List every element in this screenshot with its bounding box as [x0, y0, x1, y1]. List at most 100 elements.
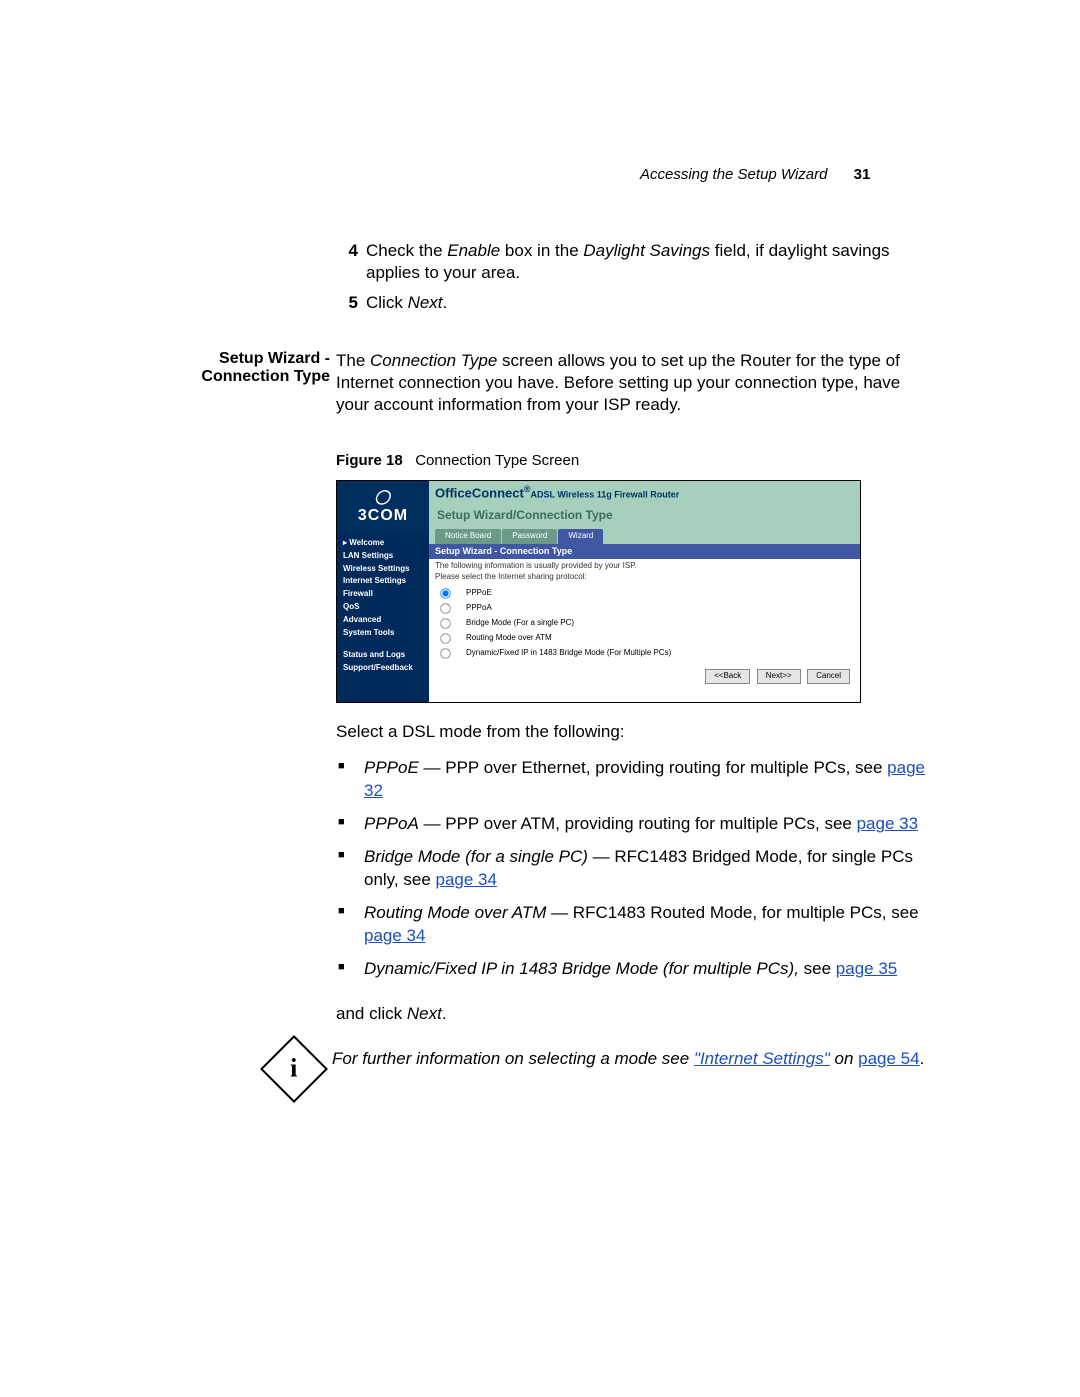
opt-label: Bridge Mode (For a single PC)	[466, 618, 574, 628]
step-4: 4 Check the Enable box in the Daylight S…	[336, 240, 925, 284]
next-button[interactable]: Next>>	[757, 669, 801, 683]
page-number: 31	[854, 166, 871, 183]
step-number: 4	[336, 240, 358, 262]
tab-wizard[interactable]: Wizard	[558, 529, 603, 543]
figure-title: Connection Type Screen	[415, 452, 579, 469]
radio-dynfix[interactable]	[440, 648, 450, 658]
select-mode-text: Select a DSL mode from the following:	[336, 721, 925, 743]
nav-welcome[interactable]: ▸ Welcome	[343, 537, 423, 550]
opt-label: PPPoE	[466, 588, 492, 598]
nav-qos[interactable]: QoS	[343, 601, 423, 614]
nav-internet[interactable]: Internet Settings	[343, 575, 423, 588]
panel-title: Setup Wizard - Connection Type	[429, 544, 860, 560]
page-link[interactable]: page 35	[836, 959, 897, 978]
fig-sidebar: ◯ 3COM ▸ Welcome LAN Settings Wireless S…	[337, 481, 429, 702]
cancel-button[interactable]: Cancel	[807, 669, 850, 683]
page-link[interactable]: page 34	[364, 926, 425, 945]
text: Check the	[366, 241, 447, 260]
text: see	[799, 959, 836, 978]
brand-small: ADSL Wireless 11g Firewall Router	[530, 489, 679, 499]
panel-desc-1: The following information is usually pro…	[435, 561, 854, 571]
text: Click	[366, 293, 408, 312]
text: The	[336, 351, 370, 370]
text: .	[443, 293, 448, 312]
nav-support[interactable]: Support/Feedback	[343, 662, 423, 675]
opt-pppoe[interactable]: PPPoE	[439, 586, 850, 601]
opt-label: PPPoA	[466, 603, 492, 613]
info-icon: i	[260, 1035, 328, 1103]
text: box in the	[500, 241, 583, 260]
figure-screenshot: ◯ 3COM ▸ Welcome LAN Settings Wireless S…	[336, 480, 861, 703]
page-link[interactable]: page 33	[857, 814, 918, 833]
list-item: Dynamic/Fixed IP in 1483 Bridge Mode (fo…	[336, 958, 925, 981]
figure-caption: Figure 18 Connection Type Screen	[336, 451, 925, 471]
nav-advanced[interactable]: Advanced	[343, 614, 423, 627]
section-label: Setup Wizard - Connection Type	[182, 350, 330, 386]
step-number: 5	[336, 292, 358, 314]
fig-breadcrumb: Setup Wizard/Connection Type	[429, 506, 860, 528]
mode-name: PPPoE	[364, 758, 419, 777]
text: on	[830, 1049, 858, 1068]
nav-firewall[interactable]: Firewall	[343, 588, 423, 601]
mode-name: Routing Mode over ATM	[364, 903, 546, 922]
text: — PPP over Ethernet, providing routing f…	[419, 758, 887, 777]
radio-pppoa[interactable]	[440, 603, 450, 613]
mode-name: PPPoA	[364, 814, 419, 833]
section-label-1: Setup Wizard -	[182, 350, 330, 368]
opt-label: Dynamic/Fixed IP in 1483 Bridge Mode (Fo…	[466, 648, 671, 658]
list-item: PPPoE — PPP over Ethernet, providing rou…	[336, 757, 925, 803]
logo-swoop-icon: ◯	[375, 487, 392, 505]
text-italic: Daylight Savings	[583, 241, 710, 260]
panel-buttons: <<Back Next>> Cancel	[429, 663, 860, 689]
header-section: Accessing the Setup Wizard	[640, 166, 827, 183]
fig-main-area: OfficeConnect®ADSL Wireless 11g Firewall…	[429, 481, 860, 702]
nav-lan[interactable]: LAN Settings	[343, 550, 423, 563]
logo-text: 3COM	[358, 506, 408, 527]
list-item: Routing Mode over ATM — RFC1483 Routed M…	[336, 902, 925, 948]
fig-nav: ▸ Welcome LAN Settings Wireless Settings…	[337, 533, 429, 679]
text-italic: Enable	[447, 241, 500, 260]
opt-label: Routing Mode over ATM	[466, 633, 552, 643]
fig-tabs: Notice Board Password Wizard	[429, 528, 860, 544]
opt-dynfix[interactable]: Dynamic/Fixed IP in 1483 Bridge Mode (Fo…	[439, 646, 850, 661]
panel-options: PPPoE PPPoA Bridge Mode (For a single PC…	[429, 584, 860, 663]
page-link[interactable]: page 54	[858, 1049, 919, 1068]
step-body: Check the Enable box in the Daylight Sav…	[358, 240, 925, 284]
text: .	[442, 1004, 447, 1023]
fig-panel: Setup Wizard - Connection Type The follo…	[429, 544, 860, 702]
tab-notice-board[interactable]: Notice Board	[435, 529, 501, 543]
nav-wireless[interactable]: Wireless Settings	[343, 563, 423, 576]
panel-desc: The following information is usually pro…	[429, 559, 860, 584]
radio-bridge[interactable]	[440, 618, 450, 628]
text-italic: Next	[407, 1004, 442, 1023]
logo-3com: ◯ 3COM	[337, 481, 429, 533]
figure-number: Figure 18	[336, 452, 403, 469]
list-item: PPPoA — PPP over ATM, providing routing …	[336, 813, 925, 836]
text: For further information on selecting a m…	[332, 1049, 694, 1068]
fig-brand: OfficeConnect®ADSL Wireless 11g Firewall…	[429, 481, 860, 506]
after-list: and click Next.	[336, 1003, 925, 1025]
nav-status[interactable]: Status and Logs	[343, 649, 423, 662]
section-intro: The Connection Type screen allows you to…	[330, 350, 925, 1024]
step-body: Click Next.	[358, 292, 925, 314]
text: and click	[336, 1004, 407, 1023]
mode-name: Dynamic/Fixed IP in 1483 Bridge Mode (fo…	[364, 959, 799, 978]
tab-password[interactable]: Password	[502, 529, 557, 543]
info-note: i For further information on selecting a…	[276, 1049, 925, 1093]
page-link[interactable]: "Internet Settings"	[694, 1049, 830, 1068]
opt-pppoa[interactable]: PPPoA	[439, 601, 850, 616]
opt-routing[interactable]: Routing Mode over ATM	[439, 631, 850, 646]
radio-pppoe[interactable]	[440, 588, 450, 598]
brand-name: OfficeConnect	[435, 485, 524, 500]
opt-bridge[interactable]: Bridge Mode (For a single PC)	[439, 616, 850, 631]
panel-desc-2: Please select the Internet sharing proto…	[435, 572, 854, 582]
nav-system[interactable]: System Tools	[343, 627, 423, 640]
radio-routing[interactable]	[440, 633, 450, 643]
section-label-2: Connection Type	[182, 368, 330, 386]
back-button[interactable]: <<Back	[705, 669, 750, 683]
mode-list: PPPoE — PPP over Ethernet, providing rou…	[336, 757, 925, 981]
text-italic: Next	[408, 293, 443, 312]
running-header: Accessing the Setup Wizard 31	[640, 166, 870, 183]
page-link[interactable]: page 34	[436, 870, 497, 889]
note-body: For further information on selecting a m…	[332, 1049, 925, 1069]
